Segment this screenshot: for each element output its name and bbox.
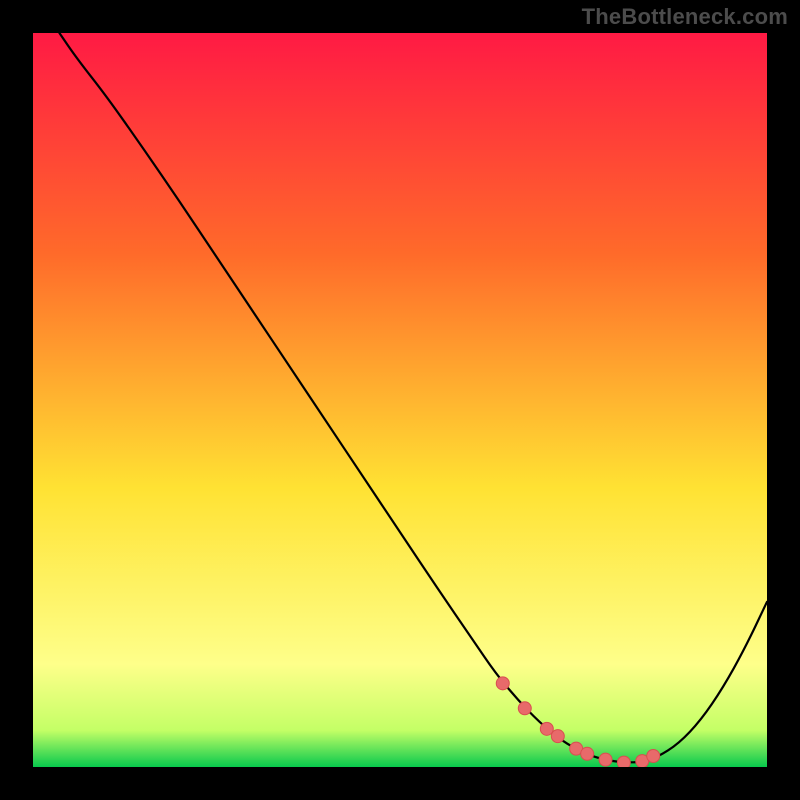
marker-dot (496, 677, 509, 690)
marker-dot (540, 722, 553, 735)
attribution-text: TheBottleneck.com (582, 4, 788, 30)
marker-dot (551, 730, 564, 743)
plot-area (33, 33, 767, 767)
chart-svg (33, 33, 767, 767)
chart-wrapper: TheBottleneck.com (0, 0, 800, 800)
marker-dot (518, 702, 531, 715)
marker-dot (599, 753, 612, 766)
gradient-background (33, 33, 767, 767)
marker-dot (647, 749, 660, 762)
marker-dot (617, 756, 630, 767)
marker-dot (581, 747, 594, 760)
